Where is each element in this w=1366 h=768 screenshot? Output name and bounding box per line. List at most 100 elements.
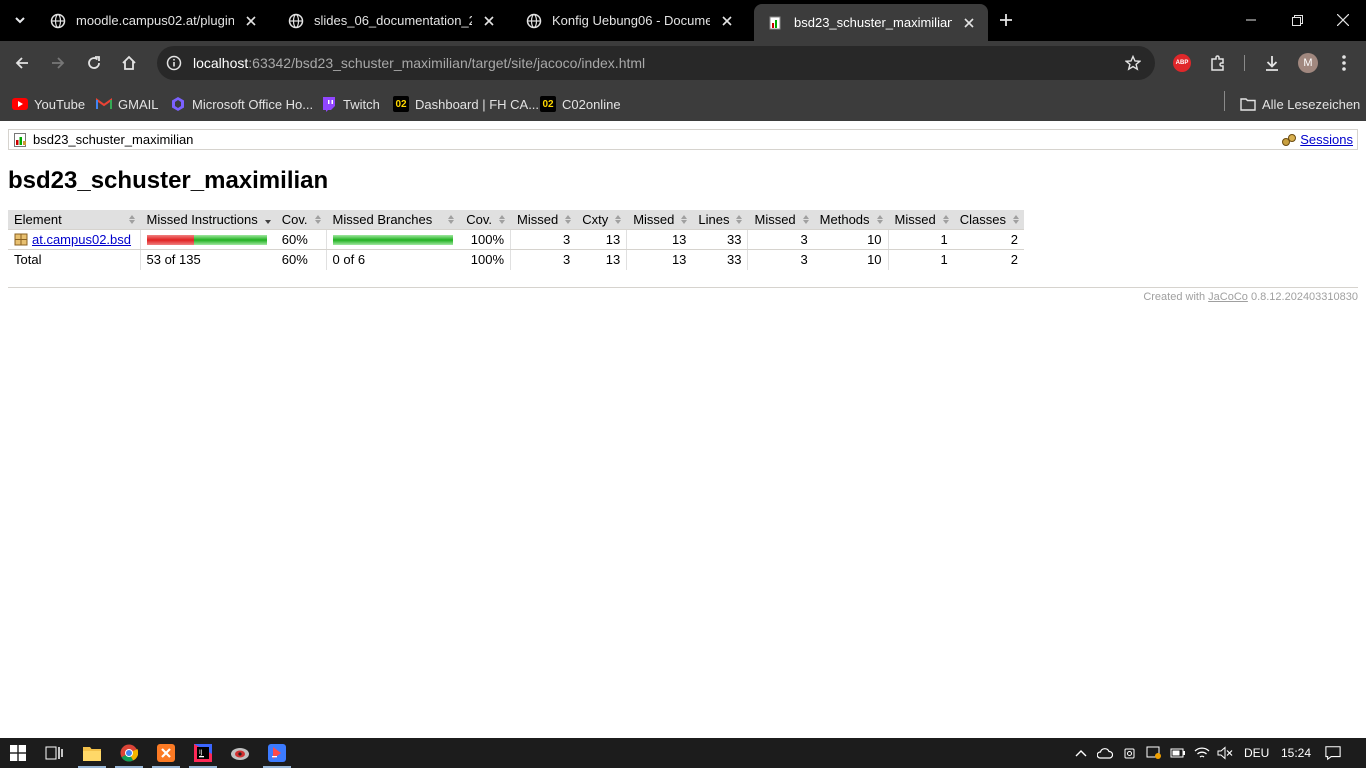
plus-icon bbox=[1000, 14, 1012, 26]
column-header-classes-missed[interactable]: Missed bbox=[887, 210, 954, 230]
column-header-cxty[interactable]: Cxty bbox=[576, 210, 627, 230]
taskbar-file-explorer[interactable] bbox=[74, 738, 110, 768]
branches-bar-cell bbox=[325, 229, 459, 250]
column-header-missed-branches[interactable]: Missed Branches bbox=[325, 210, 459, 230]
report-icon bbox=[14, 132, 26, 147]
globe-icon bbox=[50, 13, 66, 29]
all-bookmarks-button[interactable]: Alle Lesezeichen bbox=[1240, 91, 1360, 117]
close-icon[interactable] bbox=[480, 12, 498, 30]
bookmark-star-icon[interactable] bbox=[1123, 53, 1143, 73]
total-lines-missed: 13 bbox=[626, 249, 693, 270]
volume-muted-icon[interactable] bbox=[1217, 745, 1233, 761]
page-title: bsd23_schuster_maximilian bbox=[8, 167, 329, 194]
jacoco-link[interactable]: JaCoCo bbox=[1208, 291, 1248, 303]
column-header-lines-missed[interactable]: Missed bbox=[626, 210, 693, 230]
sort-icon bbox=[565, 215, 572, 224]
total-cxty: 13 bbox=[576, 249, 627, 270]
restore-button[interactable] bbox=[1274, 0, 1320, 40]
windows-icon bbox=[10, 745, 26, 761]
globe-icon bbox=[288, 13, 304, 29]
sort-icon bbox=[942, 215, 950, 224]
bookmark-youtube[interactable]: YouTube bbox=[12, 91, 85, 117]
footer: Created with JaCoCo 0.8.12.202403310830 bbox=[8, 287, 1358, 303]
bookmark-dashboard[interactable]: 02 Dashboard | FH CA... bbox=[393, 91, 539, 117]
minimize-icon bbox=[1246, 19, 1256, 21]
total-lines: 33 bbox=[692, 249, 748, 270]
chevron-down-icon bbox=[15, 17, 25, 24]
footer-prefix: Created with bbox=[1143, 291, 1209, 303]
tab-search-button[interactable] bbox=[8, 8, 32, 32]
task-view-button[interactable] bbox=[36, 738, 72, 768]
globe-icon bbox=[526, 13, 542, 29]
tab-moodle[interactable]: moodle.campus02.at/pluginfile.php bbox=[36, 4, 270, 37]
tab-title: slides_06_documentation_2024 bbox=[314, 13, 472, 28]
total-branches: 0 of 6 bbox=[325, 249, 459, 270]
branches-cov-cell: 100% bbox=[458, 229, 511, 250]
info-icon[interactable] bbox=[164, 53, 184, 73]
extensions-button[interactable] bbox=[1208, 53, 1228, 73]
bookmark-gmail[interactable]: GMAIL bbox=[96, 91, 158, 117]
tab-jacoco-report[interactable]: bsd23_schuster_maximilian bbox=[754, 4, 988, 41]
taskbar-chrome[interactable] bbox=[111, 738, 147, 768]
tab-strip: moodle.campus02.at/pluginfile.php slides… bbox=[0, 0, 1366, 41]
table-header-row: Element Missed Instructions Cov. Missed … bbox=[8, 210, 1024, 230]
profile-button[interactable]: M bbox=[1298, 53, 1318, 73]
bookmark-twitch[interactable]: Twitch bbox=[321, 91, 380, 117]
youtube-icon bbox=[12, 96, 28, 112]
close-icon[interactable] bbox=[242, 12, 260, 30]
reload-button[interactable] bbox=[80, 49, 108, 77]
onedrive-icon[interactable] bbox=[1097, 745, 1113, 761]
column-header-methods-missed[interactable]: Missed bbox=[747, 210, 814, 230]
language-indicator[interactable]: DEU bbox=[1244, 746, 1269, 760]
address-bar[interactable]: localhost:63342/bsd23_schuster_maximilia… bbox=[157, 46, 1155, 80]
back-button[interactable] bbox=[8, 49, 36, 77]
total-row: Total 53 of 135 60% 0 of 6 100% 3 13 13 … bbox=[8, 249, 1024, 270]
meet-now-icon[interactable] bbox=[1122, 745, 1138, 761]
bookmark-label: GMAIL bbox=[118, 96, 159, 112]
taskbar-intellij[interactable]: IJ bbox=[185, 738, 221, 768]
battery-icon[interactable] bbox=[1170, 745, 1186, 761]
battery-alert-icon[interactable] bbox=[1146, 745, 1162, 761]
taskbar-pycharm[interactable] bbox=[259, 738, 295, 768]
home-icon bbox=[122, 55, 136, 70]
downloads-button[interactable] bbox=[1262, 53, 1282, 73]
wifi-icon[interactable] bbox=[1194, 745, 1210, 761]
chrome-icon bbox=[120, 744, 138, 762]
column-header-classes[interactable]: Classes bbox=[953, 210, 1024, 230]
avatar: M bbox=[1298, 53, 1318, 73]
adblock-plus-extension[interactable]: ABP bbox=[1172, 53, 1192, 73]
bookmark-label: Dashboard | FH CA... bbox=[415, 96, 540, 112]
forward-button[interactable] bbox=[44, 49, 72, 77]
new-tab-button[interactable] bbox=[995, 9, 1017, 31]
column-header-methods[interactable]: Methods bbox=[813, 210, 889, 230]
tab-konfig[interactable]: Konfig Uebung06 - Documentation bbox=[512, 4, 746, 37]
column-header-instr-cov[interactable]: Cov. bbox=[275, 210, 327, 230]
start-button[interactable] bbox=[0, 738, 36, 768]
notification-icon[interactable] bbox=[1325, 745, 1341, 761]
close-icon[interactable] bbox=[960, 14, 978, 32]
total-classes: 2 bbox=[953, 249, 1024, 270]
clock[interactable]: 15:24 bbox=[1281, 746, 1311, 760]
package-link[interactable]: at.campus02.bsd bbox=[32, 232, 131, 247]
sessions-link[interactable]: Sessions bbox=[1300, 132, 1353, 147]
close-window-button[interactable] bbox=[1320, 0, 1366, 40]
sort-icon bbox=[802, 215, 810, 224]
total-instructions: 53 of 135 bbox=[139, 249, 276, 270]
taskbar-xampp[interactable] bbox=[148, 738, 184, 768]
column-header-cxty-missed[interactable]: Missed bbox=[510, 210, 577, 230]
close-icon[interactable] bbox=[718, 12, 736, 30]
chevron-up-icon[interactable] bbox=[1073, 745, 1089, 761]
tab-slides[interactable]: slides_06_documentation_2024 bbox=[274, 4, 508, 37]
bookmark-office[interactable]: Microsoft Office Ho... bbox=[170, 91, 313, 117]
column-header-lines[interactable]: Lines bbox=[692, 210, 748, 230]
column-header-element[interactable]: Element bbox=[8, 210, 140, 230]
home-button[interactable] bbox=[115, 49, 143, 77]
minimize-button[interactable] bbox=[1228, 0, 1274, 40]
campus02-icon: 02 bbox=[393, 96, 409, 112]
column-header-missed-instructions[interactable]: Missed Instructions bbox=[139, 210, 276, 230]
bookmark-c02online[interactable]: 02 C02online bbox=[540, 91, 621, 117]
column-header-branch-cov[interactable]: Cov. bbox=[458, 210, 511, 230]
menu-button[interactable] bbox=[1334, 53, 1354, 73]
taskbar-app[interactable] bbox=[222, 738, 258, 768]
twitch-icon bbox=[321, 96, 337, 112]
